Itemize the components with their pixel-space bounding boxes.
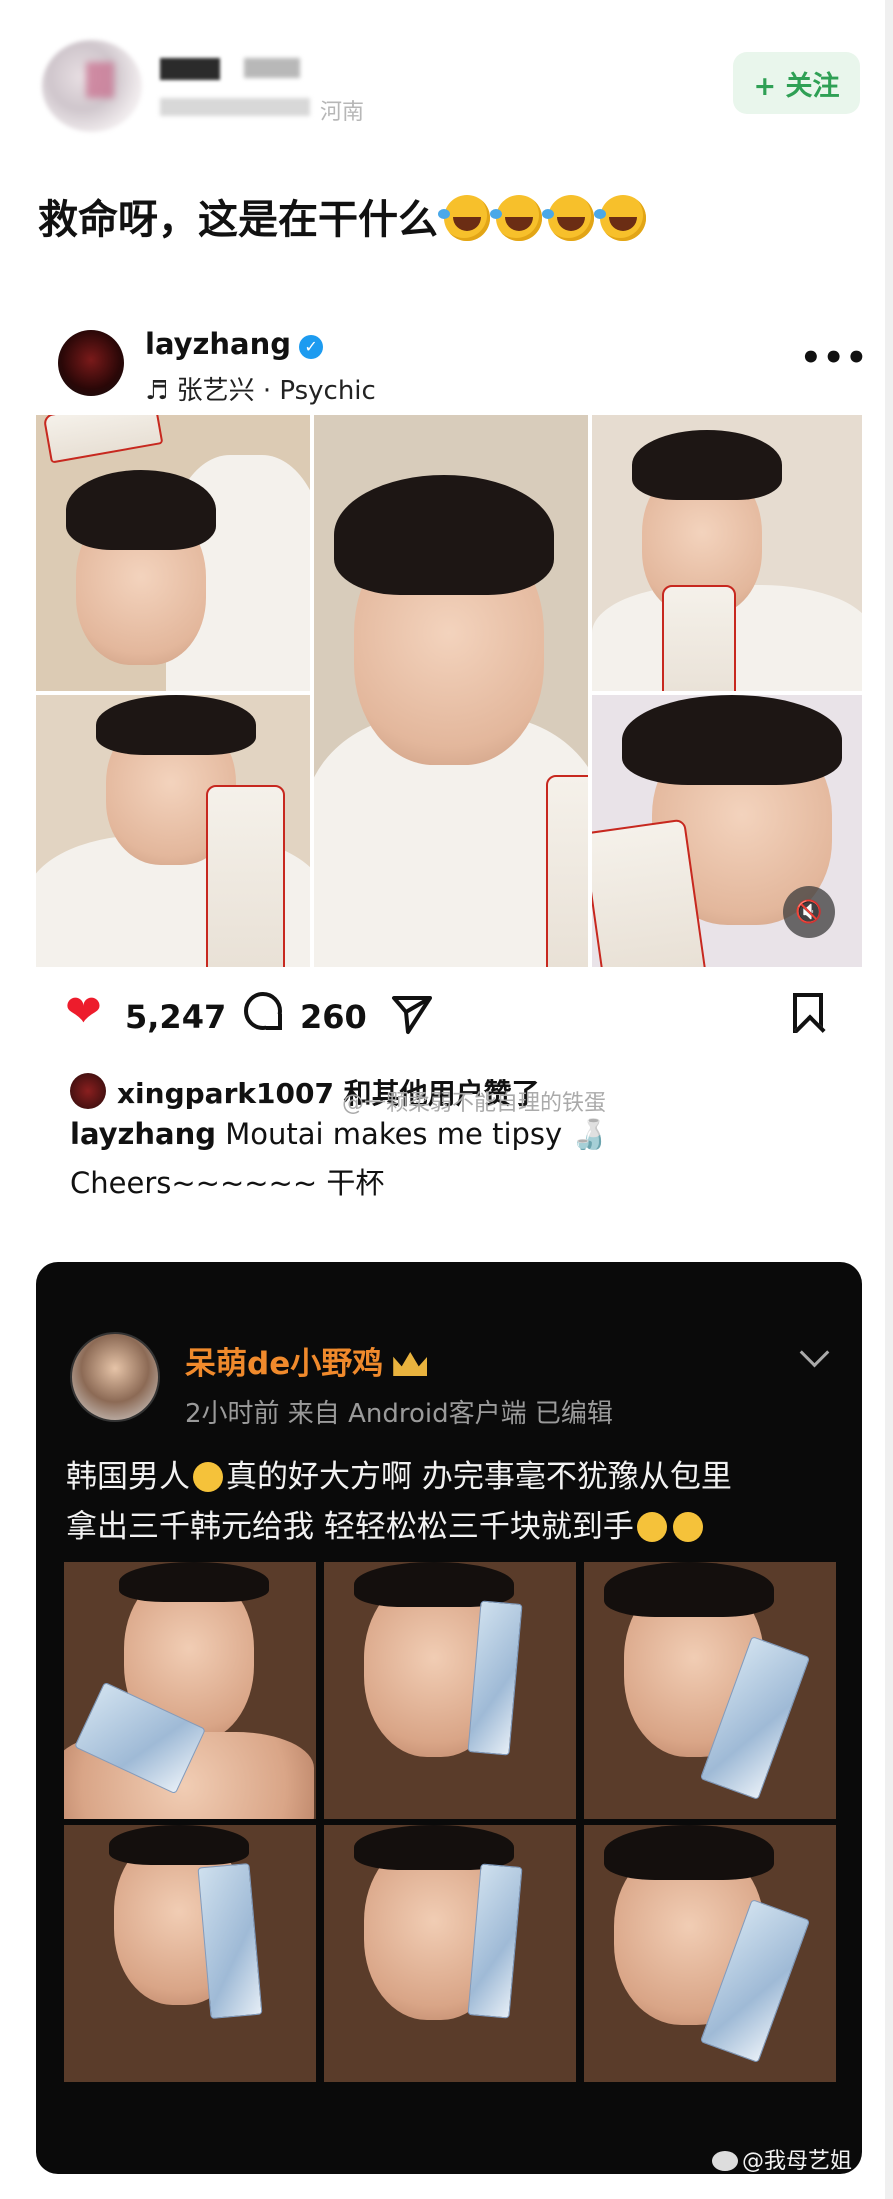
weibo-username[interactable]: 呆萌de小野鸡 [185, 1338, 428, 1383]
ig-username-text: layzhang [145, 327, 292, 361]
weibo-logo-icon [712, 2151, 738, 2171]
follow-button[interactable]: + 关注 [733, 52, 860, 114]
ig-avatar[interactable] [58, 330, 124, 396]
rofl-emoji-icon [490, 195, 542, 241]
weibo-username-text: 呆萌de小野鸡 [185, 1346, 384, 1382]
ig-photo-grid[interactable] [36, 415, 862, 967]
weibo-photo-2 [324, 1562, 576, 1819]
weibo-photo-6 [584, 1825, 836, 2082]
mute-icon[interactable]: 🔇 [783, 886, 835, 938]
weibo-photo-5 [324, 1825, 576, 2082]
weibo-text-line2: 拿出三千韩元给我 轻轻松松三千块就到手 [66, 1509, 634, 1545]
rofl-emoji-icon [542, 195, 594, 241]
man-emoji-icon [193, 1462, 223, 1492]
caption-text: Moutai makes me tipsy 🍶 [216, 1117, 608, 1151]
weibo-watermark: @一颗柔弱不能自理的铁蛋 [342, 1091, 607, 1116]
heart-icon[interactable]: ❤ [65, 990, 102, 1034]
ig-caption-line2: Cheers~~~~~~ 干杯 [70, 1166, 385, 1200]
like-count: 5,247 [125, 998, 227, 1036]
weibo-avatar[interactable] [70, 1332, 160, 1422]
share-send-icon[interactable] [390, 992, 434, 1036]
comment-count: 260 [300, 998, 367, 1036]
post-text-content: 救命呀，这是在干什么 [38, 197, 438, 243]
weibo-photo-4 [64, 1825, 316, 2082]
weibo-text-part1: 韩国男人 [66, 1459, 190, 1495]
weibo-photo-3 [584, 1562, 836, 1819]
smile-emoji-icon [672, 1512, 703, 1542]
ig-photo-3 [314, 415, 588, 967]
weibo-watermark-text: @我母艺姐 [742, 2149, 853, 2174]
bookmark-icon[interactable] [793, 993, 823, 1033]
ig-photo-4 [592, 415, 862, 691]
crown-icon [393, 1352, 428, 1376]
poster-avatar[interactable] [42, 40, 142, 132]
caption-username[interactable]: layzhang [70, 1117, 216, 1151]
poster-location: 河南 [320, 100, 365, 125]
more-options-icon[interactable]: ••• [800, 338, 868, 378]
rofl-emoji-icon [594, 195, 646, 241]
liked-by-avatar [70, 1073, 106, 1109]
ig-username[interactable]: layzhang ✓ [145, 327, 324, 361]
weibo-photo-grid[interactable] [64, 1562, 836, 2082]
ig-photo-2 [36, 695, 310, 967]
weibo-watermark-bottom: @我母艺姐 [712, 2143, 852, 2175]
ig-music-label[interactable]: ♬ 张艺兴 · Psychic [145, 370, 376, 407]
ig-caption: layzhang Moutai makes me tipsy 🍶 [70, 1117, 608, 1152]
rofl-emoji-icon [438, 195, 490, 241]
scrollbar[interactable] [885, 0, 893, 2199]
weibo-photo-1 [64, 1562, 316, 1819]
comment-icon[interactable] [244, 992, 282, 1030]
ig-photo-1 [36, 415, 310, 691]
post-text: 救命呀，这是在干什么 [38, 187, 646, 245]
poster-name-blurred-2 [244, 58, 300, 78]
weibo-post-text: 韩国男人 真的好大方啊 办完事毫不犹豫从包里 拿出三千韩元给我 轻轻松松三千块就到… [66, 1452, 826, 1552]
poster-name-blurred [160, 58, 220, 80]
poster-meta-blurred [160, 98, 310, 116]
weibo-text-part2: 真的好大方啊 办完事毫不犹豫从包里 [226, 1459, 732, 1495]
verified-badge-icon: ✓ [299, 335, 324, 359]
weibo-meta: 2小时前 来自 Android客户端 已编辑 [185, 1399, 613, 1429]
drool-emoji-icon [636, 1512, 667, 1542]
